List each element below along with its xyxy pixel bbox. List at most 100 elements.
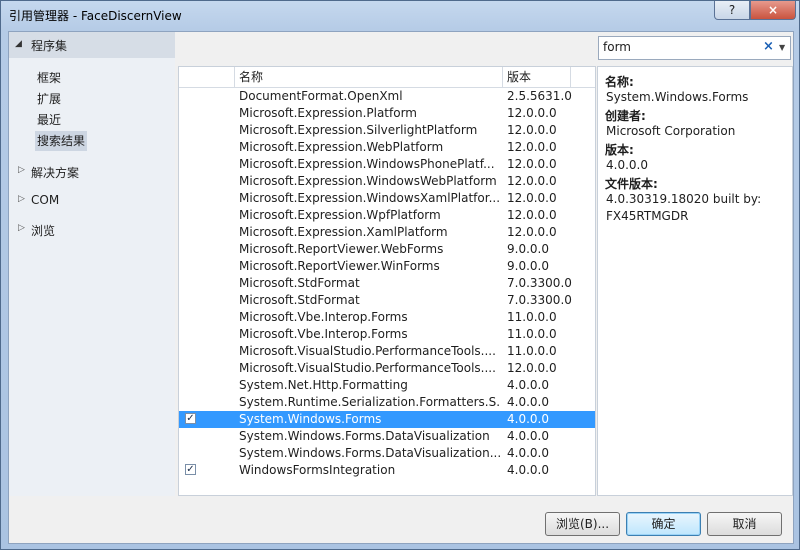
column-header-name[interactable]: 名称 xyxy=(235,67,503,87)
assembly-version: 12.0.0.0 xyxy=(507,225,557,239)
assembly-name: Microsoft.Expression.WebPlatform xyxy=(239,140,444,154)
table-row[interactable]: System.Windows.Forms.DataVisualization..… xyxy=(179,445,595,462)
assembly-name: DocumentFormat.OpenXml xyxy=(239,89,403,103)
assembly-version: 4.0.0.0 xyxy=(507,429,549,443)
include-checkbox[interactable] xyxy=(185,209,196,220)
include-checkbox[interactable] xyxy=(185,294,196,305)
assembly-name: Microsoft.Expression.WpfPlatform xyxy=(239,208,441,222)
cancel-button[interactable]: 取消 xyxy=(707,512,782,536)
table-row[interactable]: Microsoft.Expression.XamlPlatform 12.0.0.… xyxy=(179,224,595,241)
assembly-list[interactable]: 名称 版本 DocumentFormat.OpenXml 2.5.5631.0 Mi… xyxy=(178,66,596,496)
table-row[interactable]: Microsoft.ReportViewer.WinForms 9.0.0.0 xyxy=(179,258,595,275)
collapsed-triangle-icon: ▷ xyxy=(18,223,25,233)
include-checkbox[interactable] xyxy=(185,379,196,390)
table-row[interactable]: DocumentFormat.OpenXml 2.5.5631.0 xyxy=(179,88,595,105)
include-checkbox[interactable] xyxy=(185,277,196,288)
assembly-version: 4.0.0.0 xyxy=(507,446,549,460)
assembly-name: System.Runtime.Serialization.Formatters.… xyxy=(239,395,501,409)
include-checkbox[interactable] xyxy=(185,260,196,271)
assembly-version: 4.0.0.0 xyxy=(507,378,549,392)
table-row[interactable]: Microsoft.Expression.WindowsPhonePlatf..… xyxy=(179,156,595,173)
assembly-version: 12.0.0.0 xyxy=(507,174,557,188)
assembly-version: 12.0.0.0 xyxy=(507,157,557,171)
include-checkbox[interactable] xyxy=(185,396,196,407)
include-checkbox[interactable] xyxy=(185,175,196,186)
table-row[interactable]: Microsoft.Vbe.Interop.Forms 11.0.0.0 xyxy=(179,309,595,326)
nav-item-recent[interactable]: 最近 xyxy=(35,110,63,130)
assembly-version: 7.0.3300.0 xyxy=(507,276,572,290)
browse-button[interactable]: 浏览(B)... xyxy=(545,512,620,536)
nav-group-label: 解决方案 xyxy=(31,166,80,180)
title-bar[interactable]: 引用管理器 - FaceDiscernView ? × xyxy=(1,1,799,29)
assembly-version: 11.0.0.0 xyxy=(507,310,557,324)
assembly-name: Microsoft.VisualStudio.PerformanceTools.… xyxy=(239,344,496,358)
assembly-name: Microsoft.Expression.SilverlightPlatform xyxy=(239,123,478,137)
include-checkbox[interactable] xyxy=(185,447,196,458)
assembly-name: Microsoft.Vbe.Interop.Forms xyxy=(239,327,408,341)
include-checkbox[interactable]: ✓ xyxy=(185,413,196,424)
assembly-name: Microsoft.Expression.WindowsWebPlatform xyxy=(239,174,497,188)
nav-group-solution[interactable]: ▷ 解决方案 xyxy=(9,161,175,183)
help-button[interactable]: ? xyxy=(714,1,750,20)
column-header-version[interactable]: 版本 xyxy=(503,67,571,87)
column-header-check[interactable] xyxy=(179,67,235,87)
table-row[interactable]: ✓ WindowsFormsIntegration 4.0.0.0 xyxy=(179,462,595,479)
nav-group-com[interactable]: ▷ COM xyxy=(9,190,175,212)
table-row[interactable]: Microsoft.Expression.WpfPlatform 12.0.0.0 xyxy=(179,207,595,224)
expanded-triangle-icon: ◢ xyxy=(15,39,22,49)
include-checkbox[interactable] xyxy=(185,124,196,135)
table-row[interactable]: Microsoft.VisualStudio.PerformanceTools.… xyxy=(179,360,595,377)
include-checkbox[interactable] xyxy=(185,90,196,101)
nav-group-browse[interactable]: ▷ 浏览 xyxy=(9,219,175,241)
table-row[interactable]: Microsoft.Expression.WindowsWebPlatform 1… xyxy=(179,173,595,190)
table-row[interactable]: ✓ System.Windows.Forms 4.0.0.0 xyxy=(179,411,595,428)
assembly-version: 7.0.3300.0 xyxy=(507,293,572,307)
include-checkbox[interactable] xyxy=(185,107,196,118)
clear-search-icon[interactable]: × xyxy=(763,39,774,54)
assembly-version: 11.0.0.0 xyxy=(507,344,557,358)
include-checkbox[interactable] xyxy=(185,328,196,339)
search-box[interactable]: form × ▼ xyxy=(598,36,791,60)
include-checkbox[interactable] xyxy=(185,226,196,237)
nav-header-label: 程序集 xyxy=(31,39,68,53)
table-row[interactable]: Microsoft.StdFormat 7.0.3300.0 xyxy=(179,292,595,309)
table-row[interactable]: System.Windows.Forms.DataVisualization 4.… xyxy=(179,428,595,445)
table-row[interactable]: Microsoft.Expression.SilverlightPlatform… xyxy=(179,122,595,139)
detail-name-value: System.Windows.Forms xyxy=(606,90,749,104)
include-checkbox[interactable] xyxy=(185,311,196,322)
include-checkbox[interactable] xyxy=(185,243,196,254)
nav-item-framework[interactable]: 框架 xyxy=(35,68,63,88)
include-checkbox[interactable] xyxy=(185,430,196,441)
assembly-version: 11.0.0.0 xyxy=(507,327,557,341)
reference-manager-window: 引用管理器 - FaceDiscernView ? × ◢ 程序集 框架 扩展 … xyxy=(0,0,800,550)
table-row[interactable]: Microsoft.VisualStudio.PerformanceTools.… xyxy=(179,343,595,360)
table-row[interactable]: System.Net.Http.Formatting 4.0.0.0 xyxy=(179,377,595,394)
table-row[interactable]: Microsoft.Vbe.Interop.Forms 11.0.0.0 xyxy=(179,326,595,343)
search-input[interactable]: form xyxy=(603,40,631,54)
detail-name-label: 名称: xyxy=(605,75,634,89)
include-checkbox[interactable] xyxy=(185,141,196,152)
include-checkbox[interactable] xyxy=(185,192,196,203)
table-row[interactable]: Microsoft.Expression.WindowsXamlPlatfor.… xyxy=(179,190,595,207)
nav-assemblies-header[interactable]: ◢ 程序集 xyxy=(9,32,175,58)
assembly-name: Microsoft.VisualStudio.PerformanceTools.… xyxy=(239,361,496,375)
assembly-name: System.Net.Http.Formatting xyxy=(239,378,408,392)
table-row[interactable]: System.Runtime.Serialization.Formatters.… xyxy=(179,394,595,411)
ok-button[interactable]: 确定 xyxy=(626,512,701,536)
include-checkbox[interactable]: ✓ xyxy=(185,464,196,475)
table-row[interactable]: Microsoft.StdFormat 7.0.3300.0 xyxy=(179,275,595,292)
close-button[interactable]: × xyxy=(750,1,796,20)
assembly-name: Microsoft.StdFormat xyxy=(239,293,360,307)
detail-creator-label: 创建者: xyxy=(605,109,646,123)
include-checkbox[interactable] xyxy=(185,158,196,169)
assembly-name: System.Windows.Forms.DataVisualization xyxy=(239,429,490,443)
assembly-version: 2.5.5631.0 xyxy=(507,89,572,103)
search-dropdown-icon[interactable]: ▼ xyxy=(779,43,785,52)
nav-item-extensions[interactable]: 扩展 xyxy=(35,89,63,109)
table-row[interactable]: Microsoft.ReportViewer.WebForms 9.0.0.0 xyxy=(179,241,595,258)
include-checkbox[interactable] xyxy=(185,362,196,373)
include-checkbox[interactable] xyxy=(185,345,196,356)
table-row[interactable]: Microsoft.Expression.WebPlatform 12.0.0.0 xyxy=(179,139,595,156)
nav-item-search-results[interactable]: 搜索结果 xyxy=(35,131,88,151)
table-row[interactable]: Microsoft.Expression.Platform 12.0.0.0 xyxy=(179,105,595,122)
